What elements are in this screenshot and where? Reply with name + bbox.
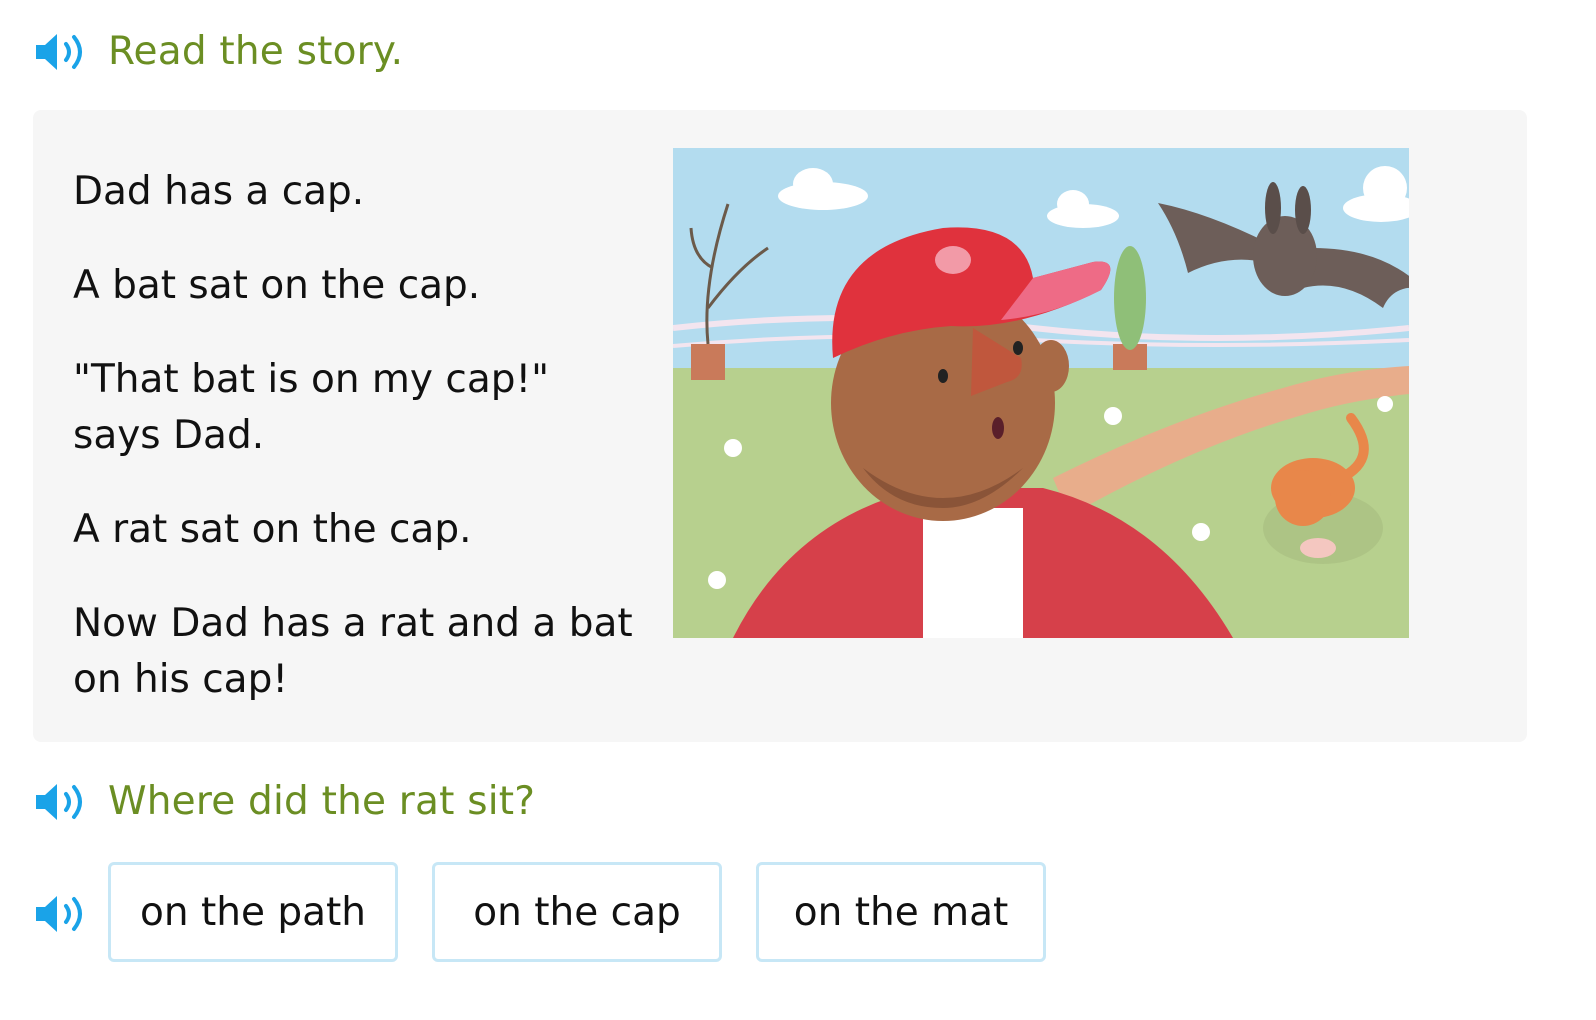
story-panel: Dad has a cap. A bat sat on the cap. "Th…: [33, 110, 1527, 742]
story-line: A bat sat on the cap.: [73, 263, 481, 308]
story-text: Dad has a cap. A bat sat on the cap. "Th…: [73, 164, 633, 746]
question-text: Where did the rat sit?: [108, 779, 536, 824]
answer-choice-on-the-mat[interactable]: on the mat: [756, 862, 1046, 962]
speaker-icon[interactable]: [32, 780, 88, 824]
story-illustration: [673, 148, 1409, 638]
instructions-heading: Read the story.: [108, 29, 404, 74]
story-line: Dad has a cap.: [73, 169, 365, 214]
speaker-icon[interactable]: [32, 892, 88, 936]
story-line: "That bat is on my cap!" says Dad.: [73, 357, 550, 458]
story-line: Now Dad has a rat and a bat on his cap!: [73, 601, 633, 702]
answer-choice-on-the-cap[interactable]: on the cap: [432, 862, 722, 962]
answer-choice-on-the-path[interactable]: on the path: [108, 862, 398, 962]
story-line: A rat sat on the cap.: [73, 507, 472, 552]
speaker-icon[interactable]: [32, 30, 88, 74]
